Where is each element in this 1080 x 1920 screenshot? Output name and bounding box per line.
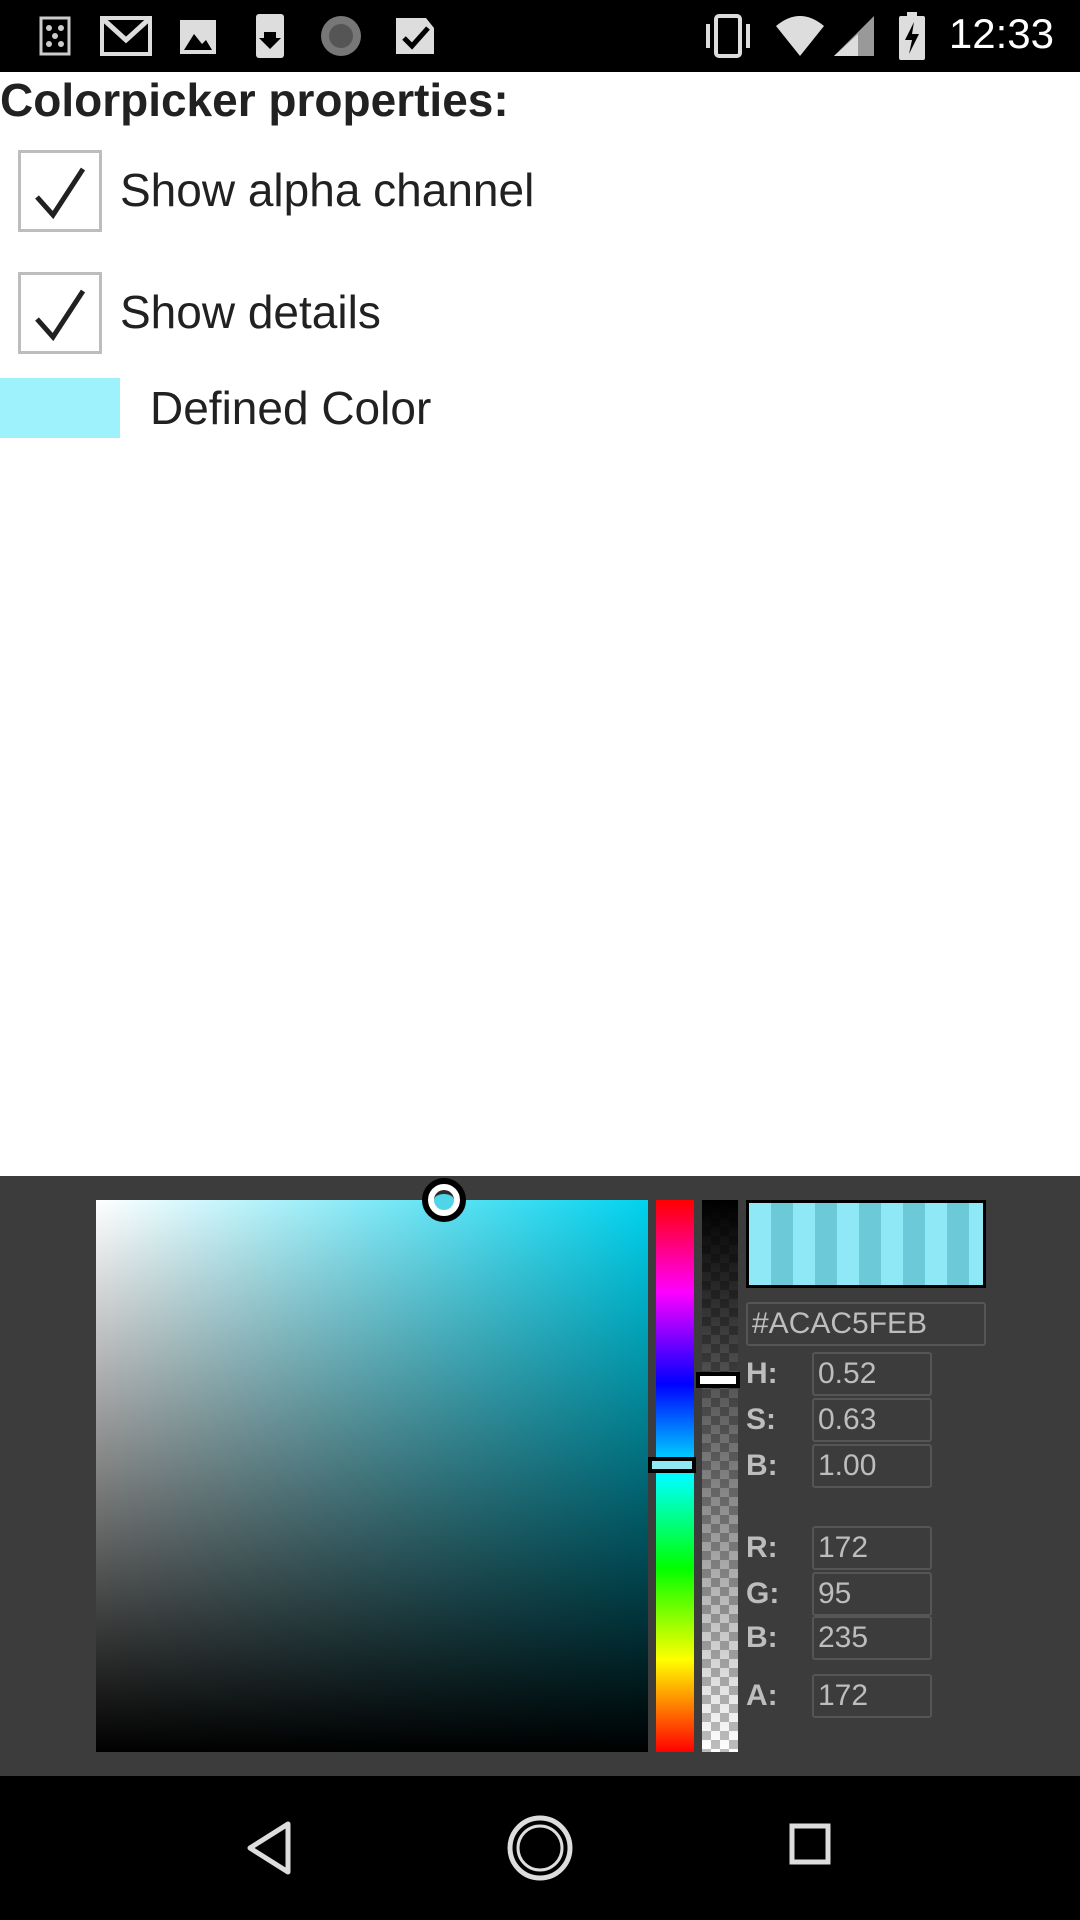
page-title: Colorpicker properties: (0, 74, 509, 126)
show-alpha-label: Show alpha channel (120, 164, 535, 216)
green-input[interactable]: 95 (812, 1572, 932, 1616)
hue-label: H: (746, 1357, 778, 1390)
hue-input[interactable]: 0.52 (812, 1352, 932, 1396)
check-icon (394, 12, 436, 60)
cursor-indicator (433, 1190, 454, 1210)
brightness-label: B: (746, 1449, 778, 1482)
show-alpha-checkbox[interactable] (18, 150, 102, 232)
download-icon (254, 12, 286, 60)
recents-icon[interactable] (788, 1820, 832, 1873)
sim-icon (38, 12, 72, 60)
alpha-slider-handle[interactable] (696, 1371, 740, 1388)
checkmark-icon (35, 167, 86, 220)
status-time: 12:33 (948, 10, 1054, 57)
hex-input[interactable]: #ACAC5FEB (746, 1302, 986, 1346)
image-icon (178, 12, 218, 60)
hue-slider-handle[interactable] (648, 1456, 696, 1473)
sync-icon (318, 12, 364, 60)
color-preview (746, 1200, 986, 1288)
alpha-input[interactable]: 172 (812, 1674, 932, 1718)
blue-label: B: (746, 1621, 778, 1654)
hue-slider[interactable] (656, 1200, 694, 1752)
battery-charging-icon (898, 12, 926, 60)
green-label: G: (746, 1577, 780, 1610)
navigation-bar (0, 1776, 1080, 1920)
alpha-slider[interactable] (702, 1200, 738, 1752)
color-picker-panel: #ACAC5FEB H: 0.52 S: 0.63 B: 1.00 R: 172… (0, 1176, 1080, 1776)
saturation-value-cursor[interactable] (421, 1178, 466, 1222)
saturation-input[interactable]: 0.63 (812, 1398, 932, 1442)
red-label: R: (746, 1531, 778, 1564)
red-input[interactable]: 172 (812, 1526, 932, 1570)
back-icon[interactable] (246, 1820, 294, 1881)
show-details-row[interactable]: Show details (18, 272, 718, 356)
gmail-icon (100, 12, 152, 60)
defined-color-swatch[interactable] (0, 378, 120, 438)
home-icon[interactable] (506, 1815, 574, 1887)
show-alpha-row[interactable]: Show alpha channel (18, 150, 718, 234)
defined-color-label: Defined Color (150, 382, 432, 434)
alpha-gradient (702, 1200, 738, 1752)
show-details-checkbox[interactable] (18, 272, 102, 354)
checkmark-icon (35, 289, 86, 342)
blue-input[interactable]: 235 (812, 1616, 932, 1660)
status-bar: 12:33 (0, 0, 1080, 72)
brightness-input[interactable]: 1.00 (812, 1444, 932, 1488)
saturation-label: S: (746, 1403, 776, 1436)
alpha-label: A: (746, 1679, 778, 1712)
show-details-label: Show details (120, 286, 381, 338)
saturation-value-square[interactable] (96, 1200, 648, 1752)
signal-icon (832, 12, 876, 60)
vibrate-icon (700, 12, 756, 60)
wifi-icon (774, 12, 826, 60)
